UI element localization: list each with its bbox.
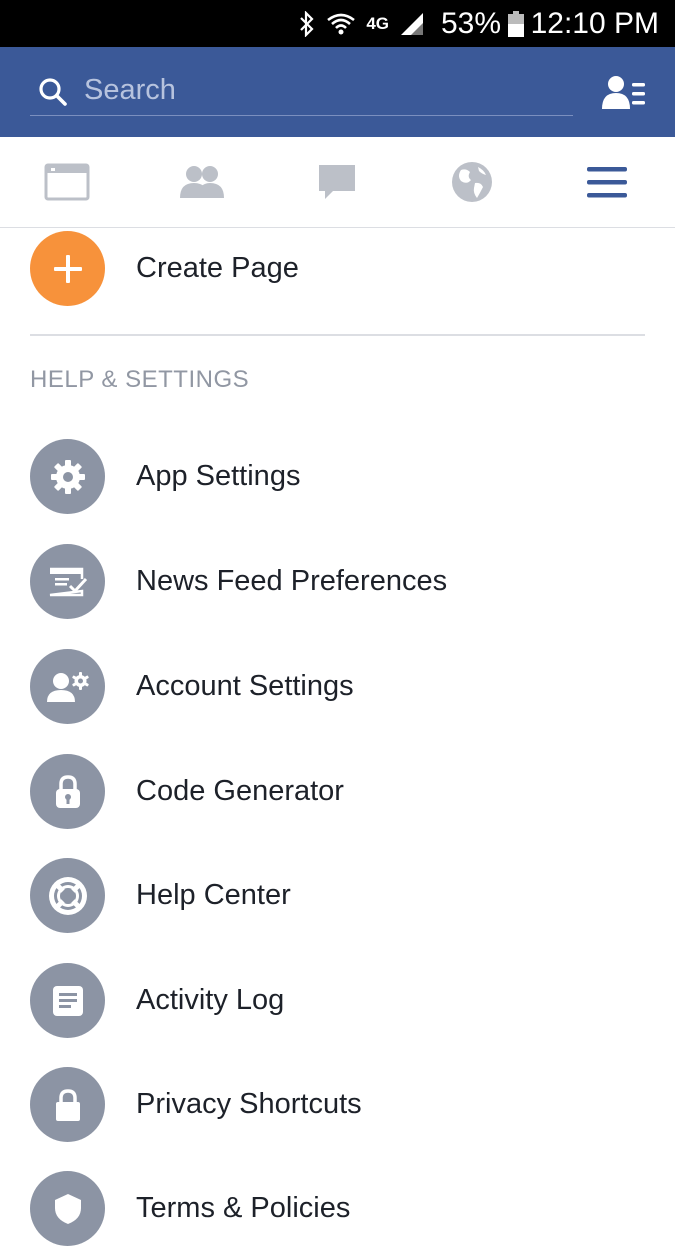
terms-icon (54, 1193, 81, 1224)
account-settings-icon (46, 671, 89, 702)
news-feed-icon (44, 163, 90, 201)
messages-icon (319, 165, 355, 199)
app-settings-label: App Settings (136, 460, 301, 492)
privacy-shortcuts-circle (30, 1067, 105, 1142)
menu-item-news-feed-preferences[interactable]: News Feed Preferences (0, 531, 675, 631)
account-settings-label: Account Settings (136, 670, 354, 702)
menu-item-app-settings[interactable]: App Settings (0, 426, 675, 526)
menu-item-privacy-shortcuts[interactable]: Privacy Shortcuts (0, 1054, 675, 1154)
code-generator-label: Code Generator (136, 775, 344, 807)
code-generator-icon (55, 774, 80, 808)
tab-friends[interactable] (175, 157, 229, 207)
menu-icon (587, 167, 627, 198)
status-bar: 4G 53% 12:10 PM (0, 0, 675, 47)
activity-log-label: Activity Log (136, 984, 285, 1016)
news-feed-preferences-icon (49, 567, 87, 596)
menu-item-code-generator[interactable]: Code Generator (0, 741, 675, 841)
clock: 12:10 PM (530, 7, 659, 40)
activity-log-icon (52, 985, 83, 1016)
section-divider (30, 334, 645, 336)
help-settings-header: HELP & SETTINGS (30, 366, 250, 393)
create-page-label: Create Page (136, 252, 299, 284)
notifications-globe-icon (452, 162, 492, 202)
menu-item-terms-policies[interactable]: Terms & Policies (0, 1158, 675, 1258)
menu-item-account-settings[interactable]: Account Settings (0, 636, 675, 736)
bluetooth-icon (300, 11, 314, 37)
search-icon (39, 78, 67, 106)
battery-icon (508, 11, 524, 37)
activity-log-circle (30, 963, 105, 1038)
lock-icon (55, 1088, 80, 1121)
help-center-circle (30, 858, 105, 933)
menu-item-activity-log[interactable]: Activity Log (0, 950, 675, 1050)
menu-item-help-center[interactable]: Help Center (0, 845, 675, 945)
terms-circle (30, 1171, 105, 1246)
news-feed-preferences-circle (30, 544, 105, 619)
network-4g-icon: 4G (366, 14, 389, 33)
plus-icon (53, 254, 82, 283)
friends-icon (180, 166, 224, 198)
news-feed-preferences-label: News Feed Preferences (136, 565, 448, 597)
app-settings-circle (30, 439, 105, 514)
account-settings-circle (30, 649, 105, 724)
tab-messages[interactable] (310, 157, 364, 207)
code-generator-circle (30, 754, 105, 829)
wifi-icon (327, 13, 356, 35)
help-center-label: Help Center (136, 879, 291, 911)
privacy-shortcuts-label: Privacy Shortcuts (136, 1088, 362, 1120)
status-icons: 4G (298, 10, 425, 38)
tab-menu[interactable] (580, 157, 634, 207)
signal-icon (401, 13, 423, 35)
tab-news-feed[interactable] (40, 157, 94, 207)
search-header (0, 47, 675, 137)
lifebuoy-icon (48, 876, 87, 915)
friends-list-icon[interactable] (602, 73, 646, 113)
gear-icon (50, 459, 85, 494)
search-input[interactable] (82, 71, 556, 109)
create-page-circle (30, 231, 105, 306)
battery-percent: 53% (440, 7, 501, 40)
tab-notifications[interactable] (445, 157, 499, 207)
create-page-row[interactable]: Create Page (0, 218, 675, 318)
tab-bar (0, 137, 675, 228)
terms-policies-label: Terms & Policies (136, 1192, 351, 1224)
search-bar[interactable] (30, 65, 573, 116)
